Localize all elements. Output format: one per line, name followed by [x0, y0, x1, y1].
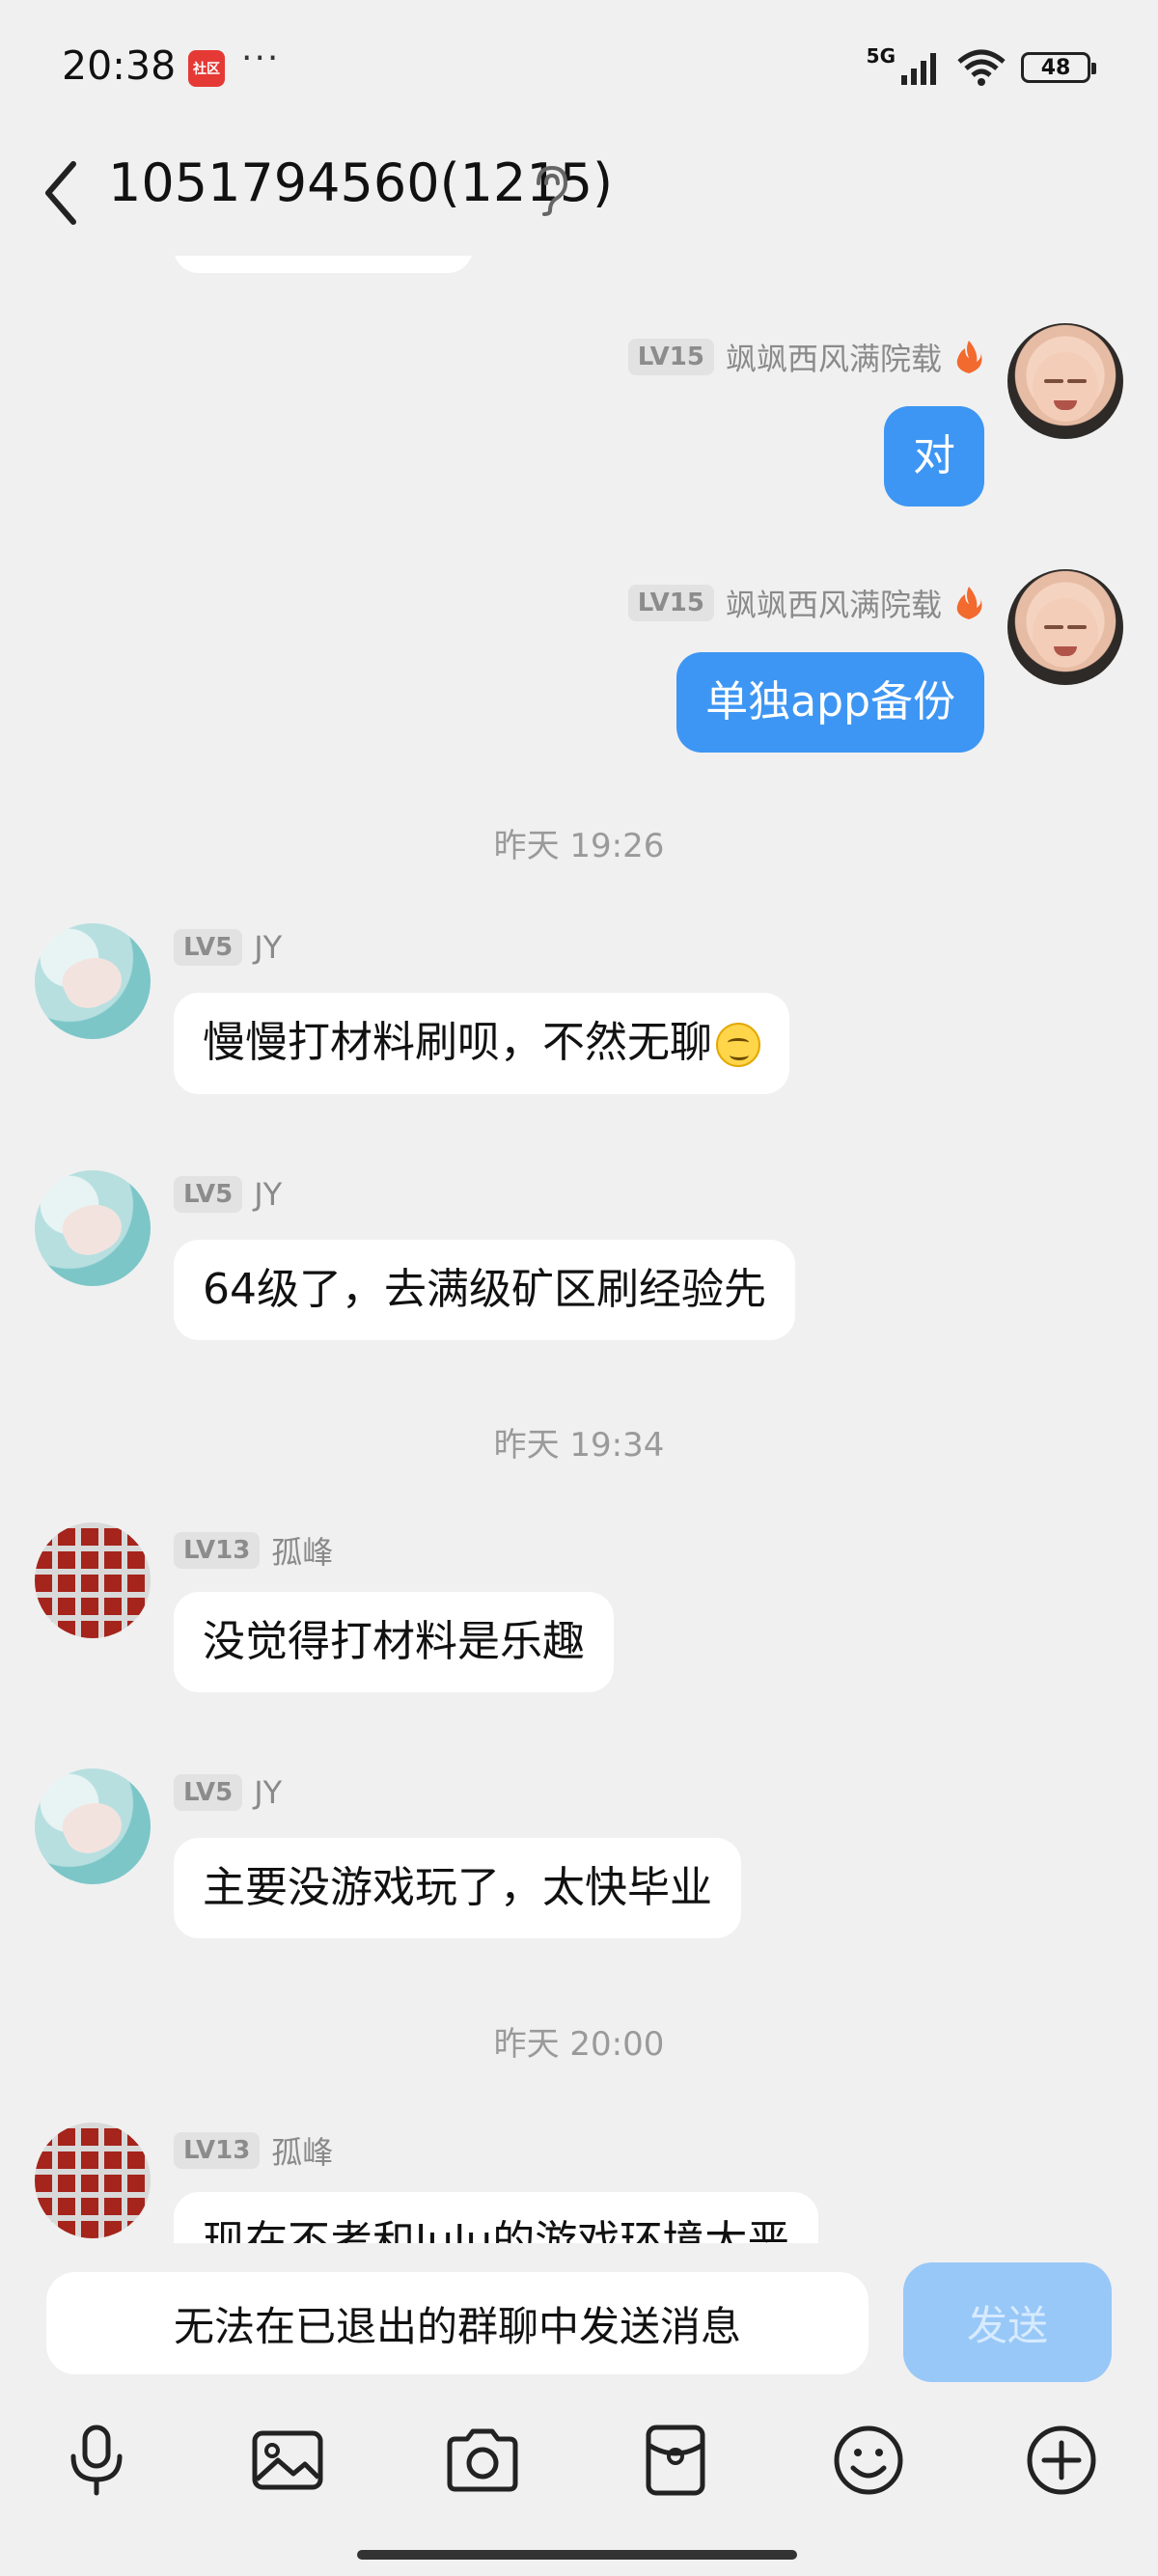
sender-info: LV15 飒飒西风满院载 — [627, 335, 984, 379]
sender-avatar[interactable] — [35, 2123, 151, 2238]
sender-nickname: 飒飒西风满院载 — [725, 341, 942, 377]
my-avatar[interactable] — [1007, 569, 1123, 685]
level-badge: LV15 — [627, 585, 714, 621]
sender-info: LV5 JY — [174, 1176, 282, 1213]
timestamp: 昨天 19:34 — [493, 1426, 665, 1465]
sender-nickname: JY — [254, 1176, 283, 1213]
level-badge: LV5 — [174, 929, 243, 966]
timestamp: 昨天 20:00 — [493, 2025, 665, 2064]
sender-avatar[interactable] — [35, 1522, 151, 1638]
sender-nickname: 孤峰 — [271, 1534, 334, 1571]
sender-info: LV15 飒飒西风满院载 — [627, 581, 984, 625]
status-icons: 5G 48 — [867, 44, 1096, 87]
message-bubble[interactable]: 64级了，去满级矿区刷经验先 — [174, 1240, 795, 1341]
sender-avatar[interactable] — [35, 1768, 151, 1884]
message-bubble[interactable]: 没觉得打材料是乐趣 — [174, 1592, 614, 1693]
earpiece-mode-icon[interactable] — [529, 162, 571, 216]
more-notifications-icon: ··· — [241, 39, 281, 78]
app-notification-icon: 社区 — [188, 50, 225, 87]
smirk-emoji-icon — [716, 1023, 760, 1067]
sender-info: LV13 孤峰 — [174, 1528, 333, 1573]
plus-icon[interactable] — [1023, 2422, 1100, 2499]
sender-nickname: 飒飒西风满院载 — [725, 587, 942, 623]
message-bubble[interactable]: 主要没游戏玩了，太快毕业 — [174, 1838, 741, 1939]
network-type: 5G — [866, 44, 896, 68]
message-bubble-partial[interactable] — [174, 256, 473, 273]
camera-icon[interactable] — [444, 2422, 521, 2499]
sender-nickname: 孤峰 — [271, 2134, 334, 2171]
sender-nickname: JY — [254, 1774, 283, 1811]
message-input[interactable]: 无法在已退出的群聊中发送消息 — [46, 2272, 868, 2374]
image-icon[interactable] — [249, 2422, 326, 2499]
sender-info: LV5 JY — [174, 929, 282, 966]
status-time: 20:38 — [62, 42, 177, 89]
message-bubble[interactable]: 现在不考和lulu的游戏环境太恶 — [174, 2192, 819, 2243]
sender-avatar[interactable] — [35, 1170, 151, 1286]
emoji-icon[interactable] — [830, 2422, 907, 2499]
home-indicator[interactable] — [357, 2550, 797, 2560]
send-button[interactable]: 发送 — [903, 2262, 1112, 2382]
message-bubble[interactable]: 慢慢打材料刷呗，不然无聊 — [174, 993, 789, 1094]
fire-icon — [956, 341, 982, 373]
cellular-signal-icon — [901, 53, 936, 85]
message-text: 慢慢打材料刷呗，不然无聊 — [203, 1018, 712, 1067]
level-badge: LV13 — [174, 2132, 261, 2169]
sender-info: LV5 JY — [174, 1774, 282, 1811]
battery-icon: 48 — [1021, 52, 1096, 83]
message-list[interactable]: LV15 飒飒西风满院载 对 LV15 飒飒西风满院载 单独app备份 昨天 1… — [0, 256, 1158, 2243]
wifi-icon — [957, 49, 1006, 86]
level-badge: LV5 — [174, 1774, 243, 1811]
fire-icon — [956, 587, 982, 619]
message-bubble-mine[interactable]: 对 — [884, 406, 984, 507]
sender-info: LV13 孤峰 — [174, 2128, 333, 2173]
mic-icon[interactable] — [58, 2422, 135, 2499]
status-bar: 20:38 社区 ··· 5G 48 — [0, 0, 1158, 135]
input-toolbar — [0, 2422, 1158, 2528]
red-packet-icon[interactable] — [637, 2422, 714, 2499]
chat-header: 1051794560(1215) — [0, 135, 1158, 256]
level-badge: LV15 — [627, 339, 714, 375]
sender-nickname: JY — [254, 929, 283, 966]
back-icon[interactable] — [35, 154, 93, 232]
my-avatar[interactable] — [1007, 323, 1123, 439]
level-badge: LV5 — [174, 1176, 243, 1213]
input-bar: 无法在已退出的群聊中发送消息 发送 — [0, 2243, 1158, 2576]
timestamp: 昨天 19:26 — [493, 827, 665, 865]
message-bubble-mine[interactable]: 单独app备份 — [676, 652, 984, 754]
level-badge: LV13 — [174, 1532, 261, 1569]
sender-avatar[interactable] — [35, 923, 151, 1039]
